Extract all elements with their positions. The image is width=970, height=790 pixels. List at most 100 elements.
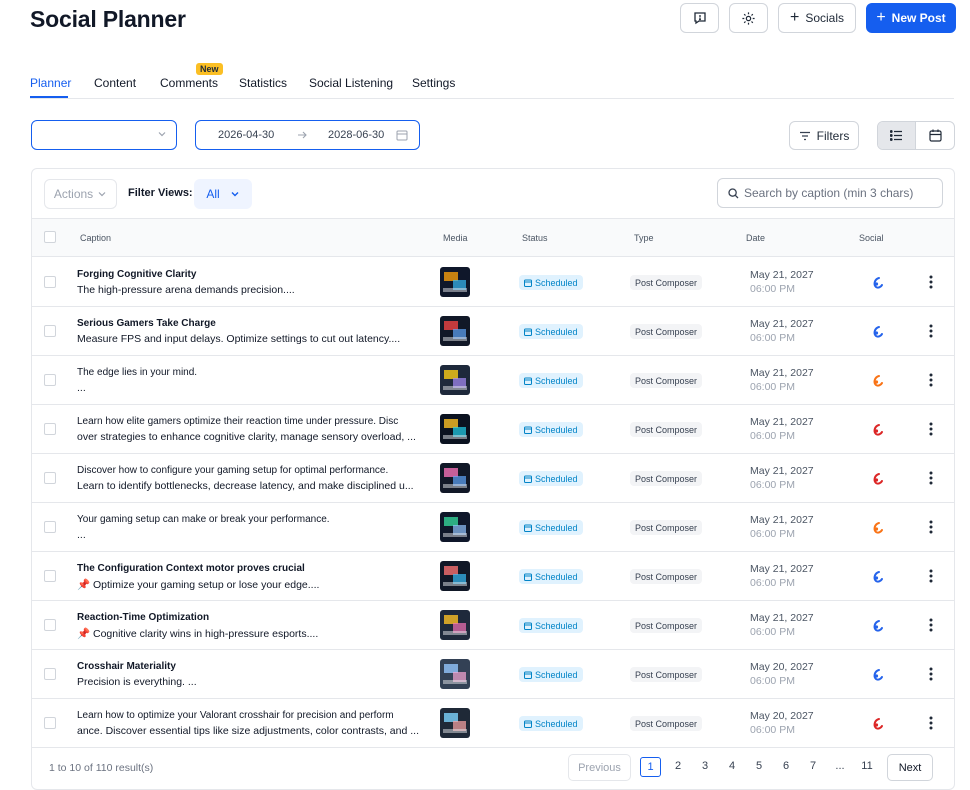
list-view-button[interactable] [878,122,917,149]
filter-views-select[interactable]: All [194,179,252,209]
page-5-button[interactable]: 5 [751,760,767,772]
status-badge: Scheduled [519,422,583,437]
row-checkbox[interactable] [44,521,56,533]
table-row[interactable]: Reaction-Time Optimization 📌 Cognitive cl… [32,601,954,650]
page-1-button[interactable]: 1 [640,757,661,777]
more-options-icon[interactable] [929,470,933,486]
row-checkbox[interactable] [44,276,56,288]
caption-title: Your gaming setup can make or break your… [77,514,330,525]
date-start: 2026-04-30 [218,129,275,141]
select-all-checkbox[interactable] [44,231,56,243]
post-date: May 21, 2027 [750,318,814,330]
calendar-view-button[interactable] [916,122,954,149]
post-time: 06:00 PM [750,675,795,687]
page-7-button[interactable]: 7 [805,760,821,772]
posts-table-panel: Actions Filter Views: All Search by capt… [31,168,955,790]
media-thumbnail[interactable] [440,316,470,346]
caption-text: 📌 Optimize your gaming setup or lose you… [77,579,320,591]
calendar-icon [524,671,532,679]
row-checkbox[interactable] [44,717,56,729]
media-thumbnail[interactable] [440,365,470,395]
tab-comments[interactable]: Comments [160,76,218,90]
more-options-icon[interactable] [929,274,933,290]
add-socials-button[interactable]: + Socials [778,3,856,33]
post-date: May 21, 2027 [750,563,814,575]
more-options-icon[interactable] [929,715,933,731]
row-checkbox[interactable] [44,374,56,386]
page-2-button[interactable]: 2 [670,760,686,772]
arrow-right-icon [298,131,307,139]
caption-text: Measure FPS and input delays. Optimize s… [77,333,401,345]
table-row[interactable]: Crosshair Materiality Precision is everyt… [32,650,954,699]
more-options-icon[interactable] [929,372,933,388]
table-row[interactable]: Learn how to optimize your Valorant cros… [32,699,954,748]
tab-settings[interactable]: Settings [412,76,455,90]
table-row[interactable]: The Configuration Context motor proves c… [32,552,954,601]
previous-page-button[interactable]: Previous [568,754,631,781]
media-thumbnail[interactable] [440,267,470,297]
media-thumbnail[interactable] [440,414,470,444]
row-checkbox[interactable] [44,668,56,680]
new-post-label: New Post [891,11,946,25]
row-checkbox[interactable] [44,423,56,435]
table-row[interactable]: Discover how to configure your gaming se… [32,454,954,503]
media-thumbnail[interactable] [440,610,470,640]
media-thumbnail[interactable] [440,708,470,738]
page-11-button[interactable]: 11 [859,760,875,772]
media-thumbnail[interactable] [440,512,470,542]
status-label: Scheduled [535,375,578,386]
more-options-icon[interactable] [929,568,933,584]
post-time: 06:00 PM [750,724,795,736]
next-page-button[interactable]: Next [887,754,933,781]
table-row[interactable]: The edge lies in your mind.... Scheduled P… [32,356,954,405]
row-checkbox[interactable] [44,570,56,582]
social-account-icon [873,326,883,338]
tab-planner[interactable]: Planner [30,76,71,90]
row-checkbox[interactable] [44,325,56,337]
thumbnail-detail [443,729,467,733]
table-row[interactable]: Serious Gamers Take Charge Measure FPS an… [32,307,954,356]
account-select[interactable] [31,120,177,150]
more-options-icon[interactable] [929,323,933,339]
settings-button[interactable] [729,3,768,33]
media-thumbnail[interactable] [440,659,470,689]
list-icon [890,130,902,141]
calendar-icon [524,720,532,728]
column-header-caption: Caption [80,233,112,243]
type-badge: Post Composer [630,373,703,388]
tab-content[interactable]: Content [94,76,136,90]
row-checkbox[interactable] [44,619,56,631]
page-3-button[interactable]: 3 [697,760,713,772]
row-checkbox[interactable] [44,472,56,484]
more-options-icon[interactable] [929,617,933,633]
more-options-icon[interactable] [929,519,933,535]
table-row[interactable]: Forging Cognitive Clarity The high-pressu… [32,258,954,307]
thumbnail-detail [443,533,467,537]
page-6-button[interactable]: 6 [778,760,794,772]
tab-statistics[interactable]: Statistics [239,76,287,90]
caption-title: Forging Cognitive Clarity [77,269,197,280]
caption-search-input[interactable]: Search by caption (min 3 chars) [717,178,943,208]
more-options-icon[interactable] [929,666,933,682]
status-badge: Scheduled [519,667,583,682]
search-icon [728,187,739,198]
page-4-button[interactable]: 4 [724,760,740,772]
media-thumbnail[interactable] [440,561,470,591]
more-options-icon[interactable] [929,421,933,437]
socials-label: Socials [805,11,845,25]
chevron-down-icon [98,192,106,197]
filters-button[interactable]: Filters [789,121,859,150]
actions-dropdown[interactable]: Actions [44,179,117,209]
new-badge: New [196,63,223,75]
feedback-button[interactable] [680,3,719,33]
thumbnail-detail [443,288,467,292]
column-header-status: Status [522,233,548,243]
social-account-icon [873,620,883,632]
tab-social-listening[interactable]: Social Listening [309,76,393,90]
media-thumbnail[interactable] [440,463,470,493]
post-time: 06:00 PM [750,626,795,638]
table-row[interactable]: Learn how elite gamers optimize their re… [32,405,954,454]
table-row[interactable]: Your gaming setup can make or break your… [32,503,954,552]
new-post-button[interactable]: + New Post [866,3,956,33]
date-range-picker[interactable]: 2026-04-30 2028-06-30 [195,120,420,150]
